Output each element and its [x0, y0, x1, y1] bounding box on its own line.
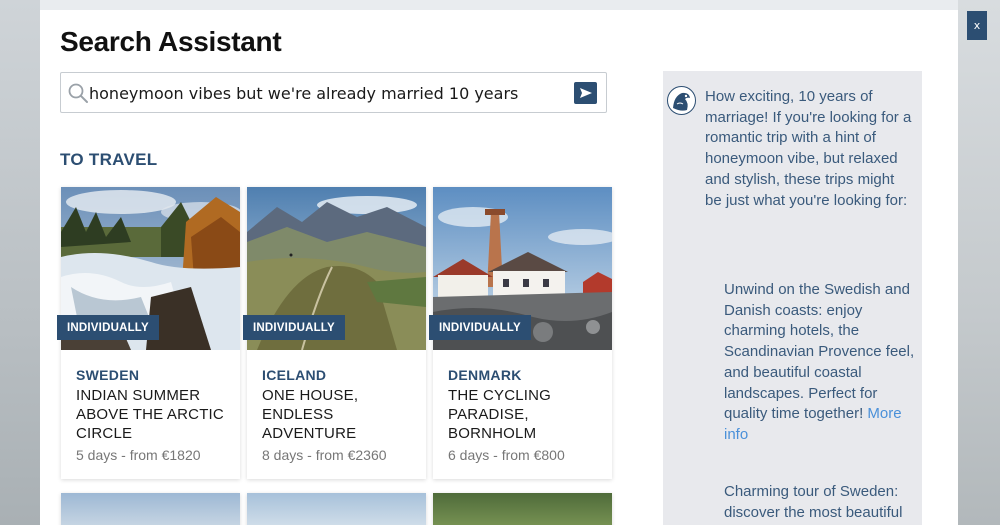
suggestion-text: Unwind on the Swedish and Danish coasts:… — [724, 281, 915, 423]
trip-card-denmark[interactable]: INDIVIDUALLY DENMARK THE CYCLING PARADIS… — [429, 187, 612, 479]
trip-title: THE CYCLING PARADISE, BORNHOLM — [448, 387, 552, 442]
trip-duration-price: 6 days - from €800 — [448, 447, 565, 463]
assistant-suggestion: Unwind on the Swedish and Danish coasts:… — [724, 280, 916, 446]
assistant-suggestion: Charming tour of Sweden: discover the mo… — [724, 482, 916, 523]
search-input[interactable] — [89, 78, 569, 108]
trip-type-badge: INDIVIDUALLY — [243, 315, 345, 340]
backdrop-right — [958, 0, 1000, 525]
trip-card-sweden[interactable]: INDIVIDUALLY SWEDEN INDIAN SUMMER ABOVE … — [57, 187, 240, 479]
assistant-avatar-icon — [667, 86, 696, 115]
trip-title: ONE HOUSE, ENDLESS ADVENTURE — [262, 387, 359, 442]
suggestion-text: Charming tour of Sweden: discover the mo… — [724, 483, 903, 521]
search-icon — [68, 83, 88, 103]
trip-card-iceland[interactable]: INDIVIDUALLY ICELAND ONE HOUSE, ENDLESS … — [243, 187, 426, 479]
backdrop-left — [0, 0, 40, 525]
send-icon — [579, 88, 592, 98]
trip-country: ICELAND — [262, 367, 327, 383]
page-title: Search Assistant — [60, 26, 282, 57]
trip-country: DENMARK — [448, 367, 522, 383]
search-box — [60, 72, 607, 113]
section-heading: TO TRAVEL — [60, 150, 158, 169]
trip-title: INDIAN SUMMER ABOVE THE ARCTIC CIRCLE — [76, 387, 224, 442]
close-button[interactable]: x — [967, 11, 987, 40]
trip-card-peek[interactable] — [247, 493, 426, 525]
assistant-message: How exciting, 10 years of marriage! If y… — [705, 88, 912, 209]
trip-type-badge: INDIVIDUALLY — [57, 315, 159, 340]
send-button[interactable] — [574, 82, 597, 104]
trip-card-peek[interactable] — [61, 493, 240, 525]
trip-duration-price: 8 days - from €2360 — [262, 447, 387, 463]
trip-type-badge: INDIVIDUALLY — [429, 315, 531, 340]
trip-country: SWEDEN — [76, 367, 140, 383]
trip-card-peek[interactable] — [433, 493, 612, 525]
trip-duration-price: 5 days - from €1820 — [76, 447, 201, 463]
